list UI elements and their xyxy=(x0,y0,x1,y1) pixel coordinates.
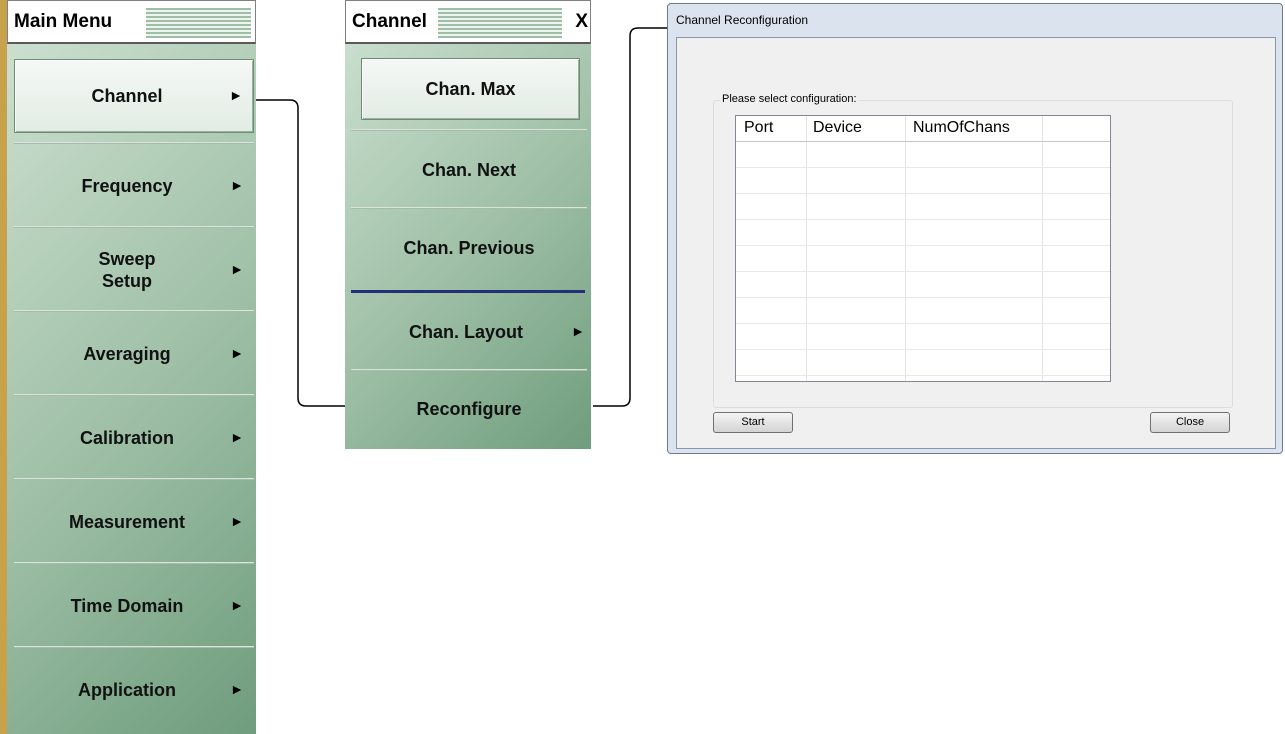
header-divider xyxy=(736,141,1110,142)
table-row xyxy=(736,375,1110,376)
table-row xyxy=(736,271,1110,272)
column-divider xyxy=(1042,116,1043,381)
column-divider xyxy=(905,116,906,381)
group-label: Please select configuration: xyxy=(720,93,859,105)
table-row xyxy=(736,219,1110,220)
connector-channel-to-reconfigure xyxy=(256,99,345,407)
column-header-numofchans[interactable]: NumOfChans xyxy=(913,116,1010,140)
start-button[interactable]: Start xyxy=(713,412,793,433)
table-row xyxy=(736,297,1110,298)
main-menu-title: Main Menu xyxy=(14,11,113,32)
channel-reconfiguration-dialog: Channel Reconfiguration Please select co… xyxy=(667,3,1283,454)
table-row xyxy=(736,323,1110,324)
connector-reconfigure-to-dialog xyxy=(593,27,668,407)
table-row xyxy=(736,245,1110,246)
close-icon[interactable]: X xyxy=(575,11,588,33)
table-row xyxy=(736,349,1110,350)
configuration-table[interactable]: Port Device NumOfChans xyxy=(735,115,1111,382)
close-button[interactable]: Close xyxy=(1150,412,1230,433)
dialog-title: Channel Reconfiguration xyxy=(676,13,809,27)
dialog-client-area: Please select configuration: Port Device… xyxy=(676,37,1276,449)
column-header-port[interactable]: Port xyxy=(744,116,773,140)
channel-menu-title: Channel xyxy=(352,11,427,32)
column-divider xyxy=(806,116,807,381)
column-header-device[interactable]: Device xyxy=(813,116,862,140)
table-row xyxy=(736,193,1110,194)
table-row xyxy=(736,167,1110,168)
